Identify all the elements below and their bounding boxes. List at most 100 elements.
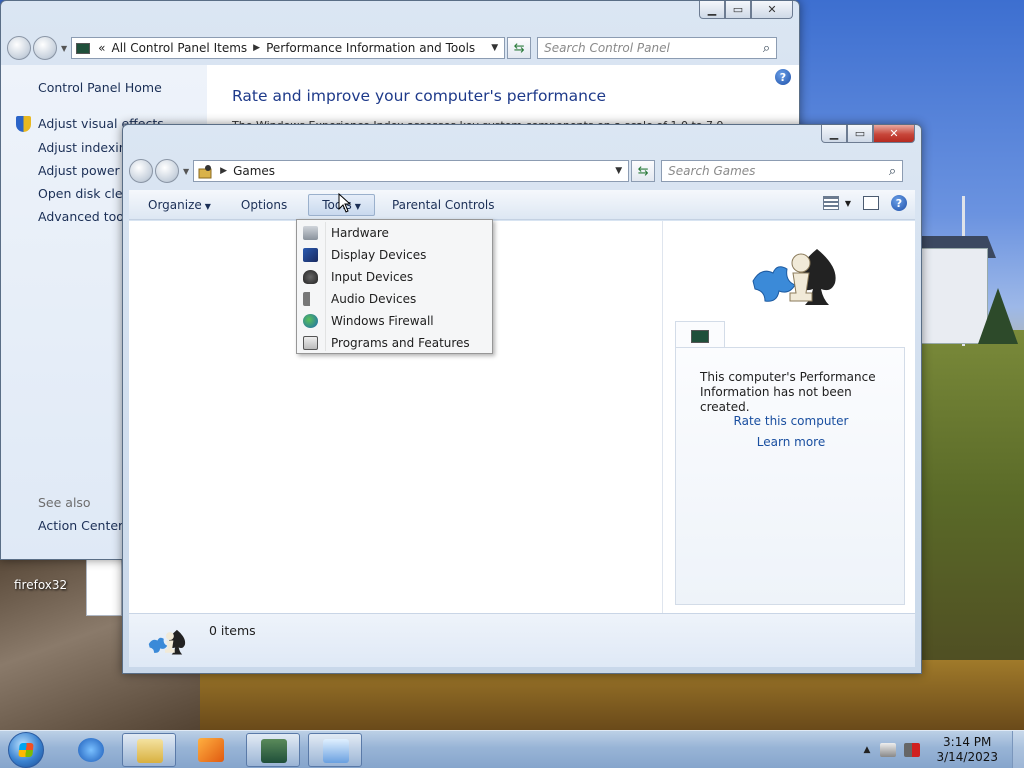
organize-label: Organize (148, 197, 202, 212)
media-player-icon (198, 738, 224, 762)
adjust-indexing-link[interactable]: Adjust indexing (38, 140, 135, 155)
chevron-down-icon: ▼ (204, 201, 211, 211)
change-view-icon[interactable] (822, 196, 839, 210)
breadcrumb-overflow[interactable]: « (98, 41, 105, 55)
options-button[interactable]: Options (228, 195, 300, 215)
close-button[interactable]: ✕ (873, 125, 915, 143)
action-center-link[interactable]: Action Center (38, 518, 123, 533)
search-placeholder: Search Games (668, 164, 756, 178)
back-button[interactable] (129, 159, 153, 183)
taskbar-media-player[interactable] (184, 733, 238, 767)
help-icon[interactable]: ? (891, 195, 907, 211)
recent-pages-icon[interactable]: ▼ (183, 167, 189, 176)
menu-item-input-devices[interactable]: Input Devices (297, 266, 492, 288)
refresh-button[interactable]: ⇆ (507, 37, 532, 59)
menu-item-audio-devices[interactable]: Audio Devices (297, 288, 492, 310)
menu-item-label: Programs and Features (331, 336, 470, 350)
desktop-icon-label[interactable]: firefox32 (14, 578, 67, 592)
command-bar: Organize ▼ Options Tools ▼ Parental Contro… (129, 190, 915, 220)
folder-icon (137, 739, 163, 763)
navigation-row: ▼ « All Control Panel Items ▶ Performanc… (7, 35, 793, 61)
address-bar[interactable]: « All Control Panel Items ▶ Performance … (71, 37, 506, 59)
refresh-button[interactable]: ⇆ (631, 160, 656, 182)
menu-item-display-devices[interactable]: Display Devices (297, 244, 492, 266)
search-icon[interactable]: ⌕ (889, 164, 896, 179)
forward-button[interactable] (155, 159, 179, 183)
advanced-tools-link[interactable]: Advanced tools (38, 209, 134, 224)
search-input[interactable]: Search Control Panel ⌕ (537, 37, 778, 59)
taskbar-performance[interactable] (246, 733, 300, 767)
menu-item-label: Hardware (331, 226, 389, 240)
taskbar-explorer[interactable] (122, 733, 176, 767)
back-button[interactable] (7, 36, 31, 60)
chevron-down-icon[interactable]: ▼ (845, 199, 851, 208)
breadcrumb-games[interactable]: Games (233, 164, 275, 178)
see-also-header: See also (38, 495, 91, 510)
title-bar[interactable] (1, 1, 799, 33)
maximize-button[interactable]: ▭ (847, 125, 873, 143)
chevron-right-icon[interactable]: ▶ (220, 166, 227, 176)
recent-pages-icon[interactable]: ▼ (61, 44, 67, 53)
menu-item-label: Display Devices (331, 248, 427, 262)
performance-message: This computer's Performance Information … (700, 370, 876, 414)
control-panel-home-link[interactable]: Control Panel Home (38, 80, 162, 95)
firewall-icon (303, 314, 318, 328)
games-explorer-icon (752, 249, 836, 305)
rate-computer-link[interactable]: Rate this computer (676, 414, 906, 428)
search-input[interactable]: Search Games ⌕ (661, 160, 904, 182)
taskbar: ▲ 3:14 PM 3/14/2023 (0, 730, 1024, 768)
menu-item-programs-features[interactable]: Programs and Features (297, 332, 492, 354)
show-desktop-button[interactable] (1012, 731, 1024, 768)
programs-icon (303, 336, 318, 350)
taskbar-games[interactable] (308, 733, 362, 767)
chevron-down-icon[interactable]: ▼ (615, 166, 622, 176)
pane-divider[interactable] (662, 221, 663, 613)
address-bar[interactable]: ▶ Games ▼ (193, 160, 630, 182)
options-label: Options (240, 197, 288, 212)
network-icon[interactable] (880, 743, 897, 757)
search-icon[interactable]: ⌕ (763, 41, 770, 56)
forward-button[interactable] (33, 36, 57, 60)
hardware-icon (303, 226, 318, 240)
view-controls: ▼ ? (822, 195, 907, 211)
status-bar: 0 items (129, 613, 915, 667)
title-bar[interactable] (123, 125, 921, 157)
organize-button[interactable]: Organize ▼ (135, 195, 224, 215)
menu-item-windows-firewall[interactable]: Windows Firewall (297, 310, 492, 332)
start-button[interactable] (8, 732, 44, 768)
help-icon[interactable]: ? (775, 69, 791, 85)
tools-menu: Hardware Display Devices Input Devices A… (296, 219, 493, 354)
breadcrumb-all-items[interactable]: All Control Panel Items (112, 41, 248, 55)
games-content-area[interactable]: This computer's Performance Information … (129, 221, 915, 613)
shield-icon (16, 116, 31, 132)
menu-item-hardware[interactable]: Hardware (297, 222, 492, 244)
parental-controls-button[interactable]: Parental Controls (379, 195, 508, 215)
menu-item-label: Audio Devices (331, 292, 417, 306)
show-hidden-icons[interactable]: ▲ (864, 745, 871, 755)
close-button[interactable]: ✕ (751, 1, 793, 19)
games-icon (323, 739, 349, 763)
chevron-right-icon[interactable]: ▶ (253, 43, 260, 53)
parental-controls-label: Parental Controls (391, 197, 495, 212)
learn-more-link[interactable]: Learn more (676, 435, 906, 449)
games-folder-icon (198, 165, 212, 179)
clock[interactable]: 3:14 PM 3/14/2023 (936, 735, 998, 765)
navigation-row: ▼ ▶ Games ▼ ⇆ Search Games ⌕ (129, 158, 915, 184)
maximize-button[interactable]: ▭ (725, 1, 751, 19)
volume-muted-icon[interactable] (904, 743, 921, 757)
minimize-button[interactable]: ▁ (821, 125, 847, 143)
taskbar-internet-explorer[interactable] (64, 733, 118, 767)
caption-buttons: ▁ ▭ ✕ (699, 1, 793, 19)
speaker-icon (303, 292, 318, 306)
search-placeholder: Search Control Panel (544, 41, 670, 55)
gamepad-icon (303, 270, 318, 284)
performance-monitor-icon (691, 330, 709, 343)
breadcrumb-performance[interactable]: Performance Information and Tools (266, 41, 475, 55)
games-window[interactable]: ▁ ▭ ✕ ▼ ▶ Games ▼ ⇆ Search Games ⌕ Organ… (122, 124, 922, 674)
preview-pane-icon[interactable] (863, 196, 879, 210)
clock-date: 3/14/2023 (936, 750, 998, 764)
minimize-button[interactable]: ▁ (699, 1, 725, 19)
performance-tab[interactable] (675, 321, 725, 349)
mouse-cursor-icon (338, 193, 352, 213)
chevron-down-icon[interactable]: ▼ (491, 43, 498, 53)
